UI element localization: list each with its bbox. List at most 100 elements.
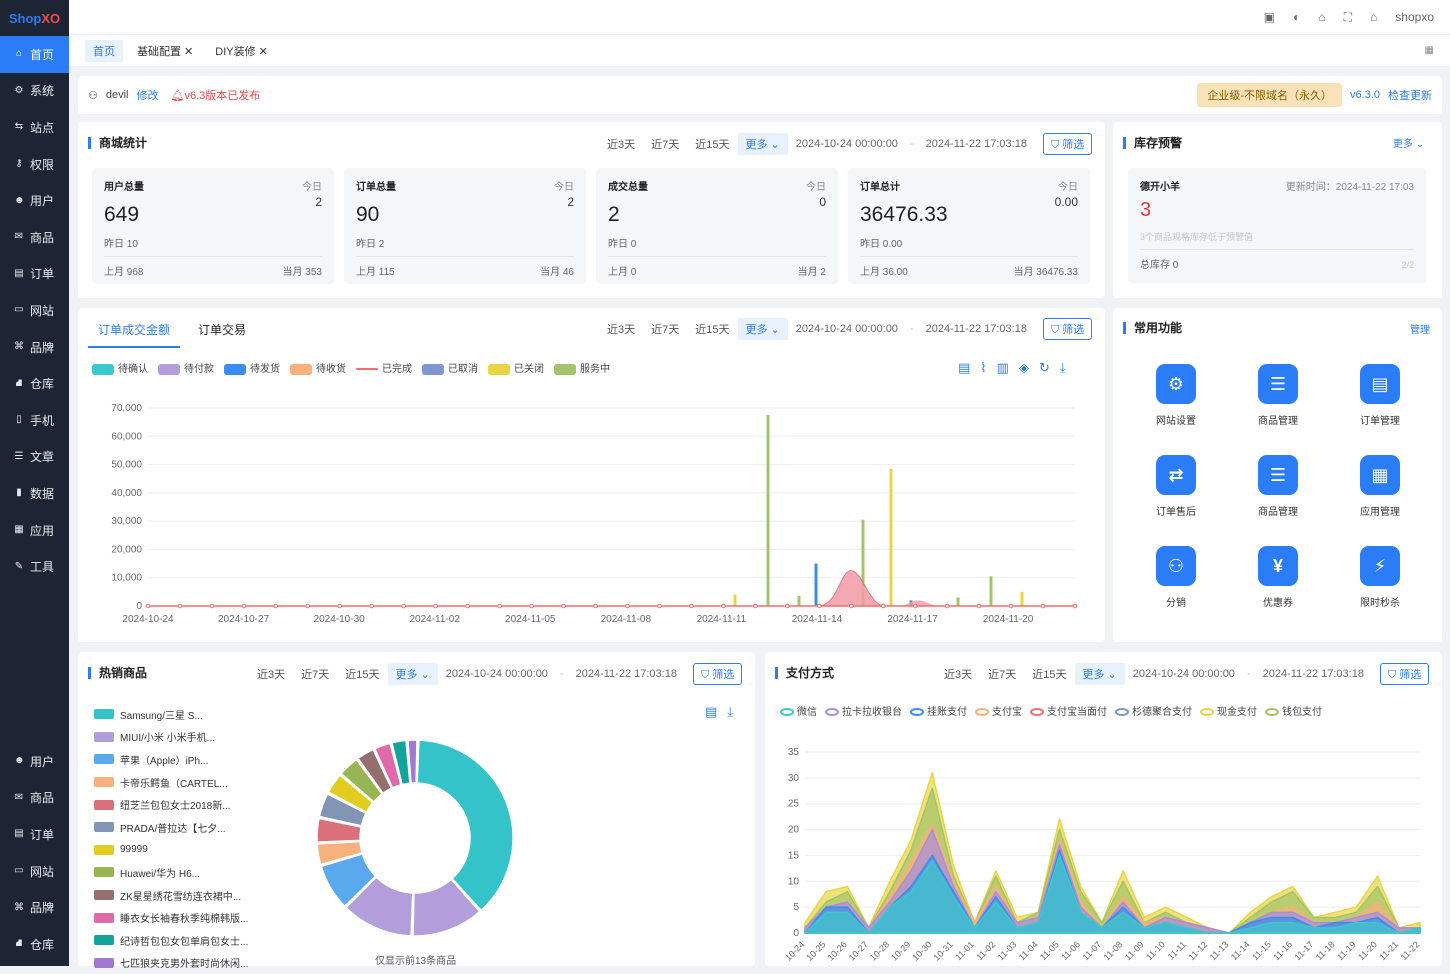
function-shortcut[interactable]: ▤ 订单管理 (1340, 364, 1420, 427)
range-3d[interactable]: 近3天 (936, 663, 980, 685)
sidebar-item-0[interactable]: ⌂ 首页 (0, 36, 69, 73)
download-icon[interactable]: ⤓ (727, 704, 733, 720)
stock-item[interactable]: 德开小羊 更新时间：2024-11-22 17:03 3 3个商品规格库存低于预… (1128, 168, 1426, 283)
tab-diy[interactable]: DIY装修 ✕ (207, 40, 276, 62)
sidebar-bottom-item-0[interactable]: ☻ 用户 (0, 743, 69, 780)
tab-order-amount[interactable]: 订单成交金额 (98, 321, 170, 338)
theme-icon[interactable]: ◐ (1293, 10, 1300, 24)
restore-icon[interactable]: ↻ (1039, 360, 1050, 376)
sidebar-item-5[interactable]: ✉ 商品 (0, 219, 69, 256)
range-7d[interactable]: 近7天 (643, 133, 687, 155)
tab-basic-config[interactable]: 基础配置 ✕ (129, 40, 201, 62)
function-shortcut[interactable]: ☰ 商品管理 (1238, 364, 1318, 427)
legend-item[interactable]: 已完成 (356, 360, 412, 375)
sidebar-bottom-item-5[interactable]: ⛘ 仓库 (0, 926, 69, 963)
legend-item[interactable]: 已取消 (422, 360, 478, 375)
hot-legend-item[interactable]: ZK星星绣花雪纺连衣裙中... (94, 884, 248, 907)
sidebar-item-8[interactable]: ⌘ 品牌 (0, 329, 69, 366)
stack-icon[interactable]: ◈ (1019, 360, 1029, 376)
function-shortcut[interactable]: ⇄ 订单售后 (1136, 455, 1216, 518)
filter-button[interactable]: ⛉ 筛选 (692, 663, 743, 685)
hot-legend-item[interactable]: 睡衣女长袖春秋季纯棉韩版... (94, 906, 248, 929)
function-shortcut[interactable]: ☰ 商品管理 (1238, 455, 1318, 518)
start-date[interactable]: 2024-10-24 00:00:00 (788, 320, 906, 338)
range-more[interactable]: 更多 ⌄ (387, 663, 438, 685)
sidebar-item-6[interactable]: ▤ 订单 (0, 256, 69, 293)
hot-legend-item[interactable]: 99999 (94, 839, 248, 862)
data-view-icon[interactable]: ▤ (705, 704, 717, 720)
start-date[interactable]: 2024-10-24 00:00:00 (788, 135, 906, 153)
sidebar-item-1[interactable]: ⚙ 系统 (0, 73, 69, 110)
pay-legend-item[interactable]: 支付宝 (975, 703, 1022, 718)
range-15d[interactable]: 近15天 (687, 318, 737, 340)
end-date[interactable]: 2024-11-22 17:03:18 (918, 320, 1035, 338)
functions-manage-link[interactable]: 管理 (1410, 321, 1430, 336)
sidebar-item-10[interactable]: ▯ 手机 (0, 402, 69, 439)
logo[interactable]: Shop XO (0, 0, 69, 36)
user-menu[interactable]: shopxo (1395, 10, 1434, 24)
filter-button[interactable]: ⛉ 筛选 (1042, 133, 1093, 155)
sidebar-bottom-item-2[interactable]: ▤ 订单 (0, 816, 69, 853)
sidebar-item-9[interactable]: ⛘ 仓库 (0, 365, 69, 402)
legend-item[interactable]: 待发货 (224, 360, 280, 375)
pay-legend-item[interactable]: 微信 (780, 703, 817, 718)
sidebar-item-12[interactable]: ▮ 数据 (0, 475, 69, 512)
tab-home[interactable]: 首页 (85, 39, 123, 62)
range-7d[interactable]: 近7天 (980, 663, 1024, 685)
hot-legend-item[interactable]: Huawei/华为 H6... (94, 861, 248, 884)
filter-button[interactable]: ⛉ 筛选 (1379, 663, 1430, 685)
legend-item[interactable]: 待付款 (158, 360, 214, 375)
range-more[interactable]: 更多 ⌄ (737, 133, 788, 155)
sidebar-bottom-item-3[interactable]: ▭ 网站 (0, 853, 69, 890)
sidebar-item-13[interactable]: ▦ 应用 (0, 512, 69, 549)
hot-legend-item[interactable]: 七匹狼夹克男外套时尚休闲... (94, 952, 248, 974)
function-shortcut[interactable]: ⚡ 限时秒杀 (1340, 546, 1420, 609)
release-notice[interactable]: v6.3版本已发布 (184, 87, 260, 103)
pay-legend-item[interactable]: 杉德聚合支付 (1115, 703, 1192, 718)
pay-legend-item[interactable]: 拉卡拉收银台 (825, 703, 902, 718)
sidebar-item-3[interactable]: ⚷ 权限 (0, 146, 69, 183)
line-switch-icon[interactable]: ⌇ (980, 360, 986, 376)
pay-legend-item[interactable]: 现金支付 (1200, 703, 1257, 718)
hot-legend-item[interactable]: 苹果（Apple）iPh... (94, 748, 248, 771)
pay-legend-item[interactable]: 支付宝当面付 (1030, 703, 1107, 718)
range-more[interactable]: 更多 ⌄ (737, 318, 788, 340)
range-7d[interactable]: 近7天 (293, 663, 337, 685)
sidebar-bottom-item-4[interactable]: ⌘ 品牌 (0, 889, 69, 926)
bank-icon[interactable]: ⌂ (1318, 10, 1325, 24)
sidebar-item-2[interactable]: ⇆ 站点 (0, 109, 69, 146)
legend-item[interactable]: 服务中 (554, 360, 610, 375)
pay-legend-item[interactable]: 挂账支付 (910, 703, 967, 718)
function-shortcut[interactable]: ⚇ 分销 (1136, 546, 1216, 609)
sidebar-item-14[interactable]: ✎ 工具 (0, 548, 69, 585)
range-more[interactable]: 更多 ⌄ (1074, 663, 1125, 685)
stock-more-link[interactable]: 更多 ⌄ (1393, 135, 1424, 150)
range-3d[interactable]: 近3天 (249, 663, 293, 685)
download-icon[interactable]: ⤓ (1060, 360, 1066, 376)
range-15d[interactable]: 近15天 (1024, 663, 1074, 685)
fullscreen-icon[interactable]: ⛶ (1344, 10, 1352, 25)
sidebar-item-4[interactable]: ☻ 用户 (0, 182, 69, 219)
end-date[interactable]: 2024-11-22 17:03:18 (1255, 665, 1372, 683)
sidebar-item-7[interactable]: ▭ 网站 (0, 292, 69, 329)
pay-legend-item[interactable]: 钱包支付 (1265, 703, 1322, 718)
range-3d[interactable]: 近3天 (599, 318, 643, 340)
end-date[interactable]: 2024-11-22 17:03:18 (568, 665, 685, 683)
hot-legend-item[interactable]: Samsung/三星 S... (94, 703, 248, 726)
report-icon[interactable]: ▣ (1264, 10, 1275, 24)
check-update-link[interactable]: 检查更新 (1388, 87, 1432, 103)
home-icon[interactable]: ⌂ (1370, 10, 1377, 24)
hot-legend-item[interactable]: PRADA/普拉达【七夕... (94, 816, 248, 839)
data-view-icon[interactable]: ▤ (958, 360, 970, 376)
end-date[interactable]: 2024-11-22 17:03:18 (918, 135, 1035, 153)
range-15d[interactable]: 近15天 (337, 663, 387, 685)
sidebar-bottom-item-1[interactable]: ✉ 商品 (0, 780, 69, 817)
function-shortcut[interactable]: ¥ 优惠券 (1238, 546, 1318, 609)
function-shortcut[interactable]: ▦ 应用管理 (1340, 455, 1420, 518)
legend-item[interactable]: 待收货 (290, 360, 346, 375)
sidebar-item-11[interactable]: ☰ 文章 (0, 439, 69, 476)
tabs-grid-icon[interactable]: ▦ (1425, 45, 1434, 56)
hot-legend-item[interactable]: MIUI/小米 小米手机... (94, 726, 248, 749)
hot-legend-item[interactable]: 纽芝兰包包女士2018新... (94, 793, 248, 816)
start-date[interactable]: 2024-10-24 00:00:00 (1125, 665, 1243, 683)
